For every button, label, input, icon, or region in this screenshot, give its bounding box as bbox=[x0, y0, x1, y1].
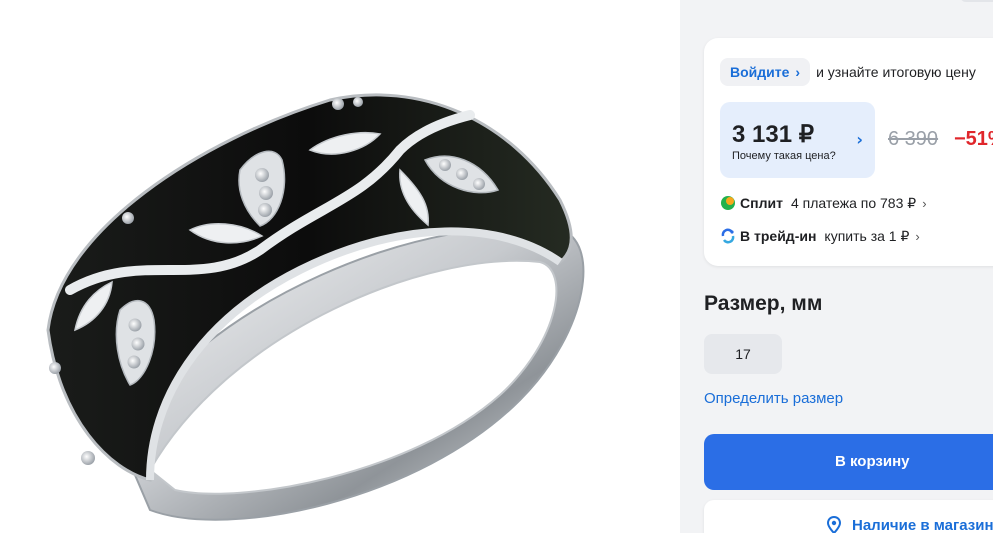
old-price: 6 390 bbox=[888, 128, 939, 150]
store-availability-button[interactable]: Наличие в магазинах bbox=[704, 500, 993, 533]
add-to-cart-button[interactable]: В корзину bbox=[704, 434, 993, 490]
define-size-link[interactable]: Определить размер bbox=[704, 390, 843, 407]
chevron-right-icon: › bbox=[795, 64, 801, 80]
split-text: 4 платежа по 783 ₽ bbox=[790, 194, 917, 211]
trade-in-brand: В трейд-ин bbox=[740, 228, 817, 244]
login-button[interactable]: Войдите › bbox=[720, 58, 811, 86]
size-option-17[interactable]: 17 bbox=[704, 334, 782, 374]
current-price: 3 131 ₽ bbox=[732, 121, 814, 148]
login-hint: и узнайте итоговую цену bbox=[816, 64, 976, 80]
location-pin-icon bbox=[826, 516, 842, 533]
chevron-right-icon: › bbox=[856, 130, 863, 149]
trade-in-icon bbox=[721, 228, 735, 244]
discount-badge: −51% bbox=[954, 128, 993, 150]
store-availability-label: Наличие в магазинах bbox=[852, 516, 993, 533]
price-card: Войдите › и узнайте итоговую цену 3 131 … bbox=[704, 38, 993, 266]
size-title: Размер, мм bbox=[704, 292, 823, 315]
header-edge bbox=[960, 0, 993, 2]
product-image[interactable] bbox=[0, 0, 680, 533]
login-button-label: Войдите bbox=[730, 64, 790, 80]
split-brand: Сплит bbox=[740, 195, 783, 211]
product-buy-panel: Войдите › и узнайте итоговую цену 3 131 … bbox=[680, 0, 993, 533]
chevron-right-icon: › bbox=[922, 195, 927, 211]
price-box[interactable]: 3 131 ₽ Почему такая цена? › bbox=[720, 102, 875, 178]
split-logo-icon bbox=[721, 196, 735, 210]
trade-in-text: купить за 1 ₽ bbox=[824, 227, 910, 244]
trade-in-row[interactable]: В трейд-ин купить за 1 ₽ › bbox=[720, 225, 920, 247]
add-to-cart-label: В корзину bbox=[835, 453, 910, 470]
split-payment-row[interactable]: Сплит 4 платежа по 783 ₽ › bbox=[720, 192, 927, 214]
ring-illustration bbox=[46, 93, 585, 521]
price-why-link: Почему такая цена? bbox=[732, 150, 836, 162]
chevron-right-icon: › bbox=[915, 228, 920, 244]
login-prompt: Войдите › и узнайте итоговую цену bbox=[720, 58, 976, 86]
